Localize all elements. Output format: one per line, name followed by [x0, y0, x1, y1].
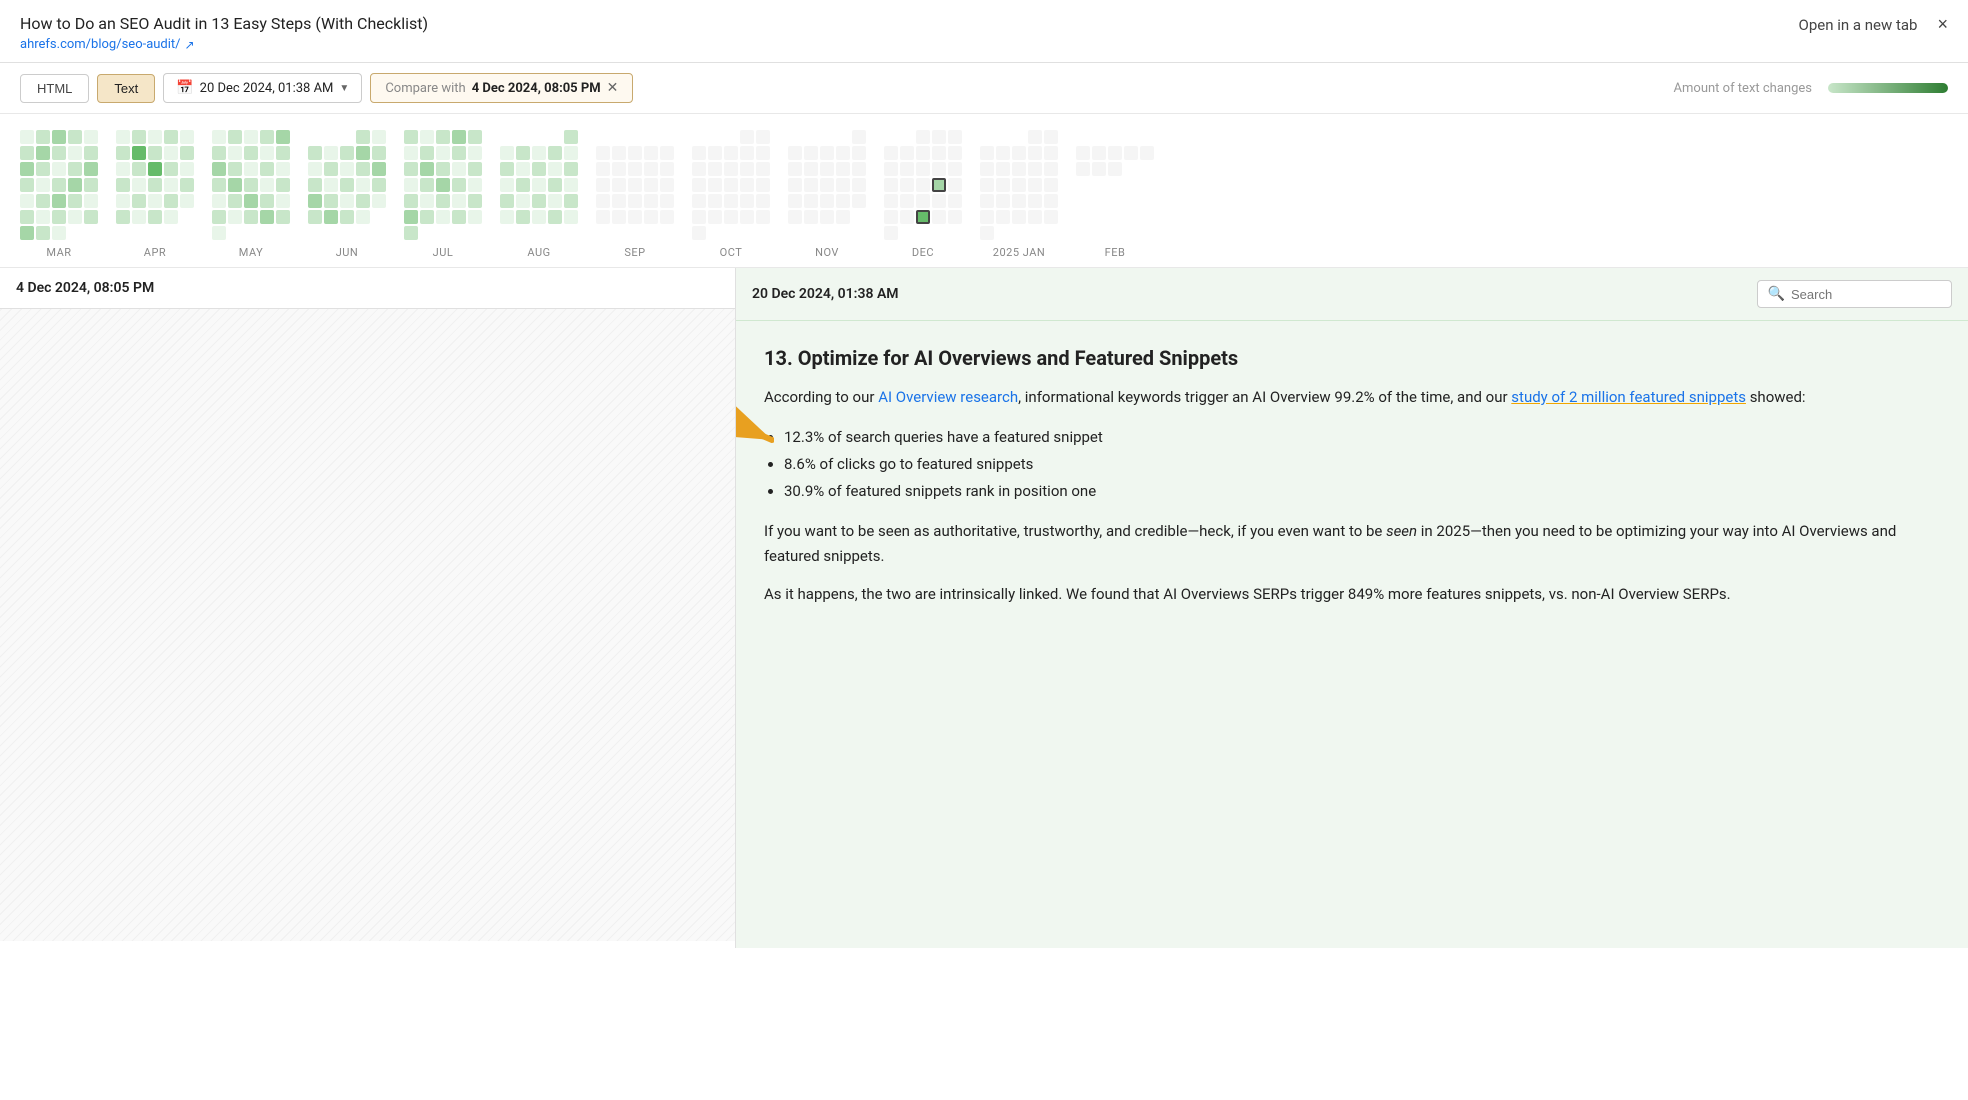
heatmap-grid: MAR APR [20, 130, 1948, 259]
date-picker[interactable]: 📅 20 Dec 2024, 01:38 AM ▼ [163, 73, 362, 103]
search-box[interactable]: 🔍 [1757, 280, 1952, 308]
search-input[interactable] [1791, 287, 1941, 302]
list-item-2: 8.6% of clicks go to featured snippets [784, 451, 1940, 478]
left-panel-date: 4 Dec 2024, 08:05 PM [16, 280, 154, 296]
compare-prefix: Compare with [385, 81, 465, 96]
month-label-mar: MAR [46, 246, 71, 259]
left-panel-header: 4 Dec 2024, 08:05 PM [0, 268, 735, 309]
page-url[interactable]: ahrefs.com/blog/seo-audit/ ↗ [20, 37, 1948, 52]
link-featured-snippets[interactable]: study of 2 million featured snippets [1511, 388, 1746, 406]
month-jun: JUN [308, 130, 386, 259]
month-label-feb: FEB [1105, 246, 1126, 259]
compare-date: 4 Dec 2024, 08:05 PM [472, 81, 601, 96]
arrow-icon [736, 400, 774, 460]
right-panel-content: 13. Optimize for AI Overviews and Featur… [736, 321, 1968, 645]
paragraph-1: According to our AI Overview research, i… [764, 385, 1940, 410]
html-button[interactable]: HTML [20, 74, 89, 103]
month-label-jan2025: 2025 JAN [993, 246, 1045, 259]
left-panel-content [0, 309, 735, 941]
month-label-nov: NOV [815, 246, 839, 259]
list-item-3: 30.9% of featured snippets rank in posit… [784, 478, 1940, 505]
section-heading: 13. Optimize for AI Overviews and Featur… [764, 345, 1940, 371]
month-mar: MAR [20, 130, 98, 259]
paragraph-3: As it happens, the two are intrinsically… [764, 582, 1940, 607]
month-feb: FEB [1076, 130, 1154, 259]
close-button[interactable]: × [1937, 14, 1948, 35]
left-panel: 4 Dec 2024, 08:05 PM [0, 268, 736, 948]
list-item-1: 12.3% of search queries have a featured … [784, 424, 1940, 451]
link-ai-overview[interactable]: AI Overview research [878, 388, 1018, 406]
search-icon: 🔍 [1768, 286, 1785, 302]
para1-mid: , informational keywords trigger an AI O… [1018, 388, 1511, 406]
month-label-jun: JUN [336, 246, 359, 259]
month-may: MAY [212, 130, 290, 259]
page-header: How to Do an SEO Audit in 13 Easy Steps … [0, 0, 1968, 63]
month-label-jul: JUL [433, 246, 454, 259]
month-dec: DEC [884, 130, 962, 259]
arrow-section: 13. Optimize for AI Overviews and Featur… [764, 345, 1940, 607]
calendar-icon: 📅 [176, 80, 193, 96]
month-label-sep: SEP [624, 246, 645, 259]
external-link-icon: ↗ [185, 38, 195, 52]
month-label-oct: OCT [720, 246, 743, 259]
amount-label: Amount of text changes [1674, 81, 1812, 96]
month-nov: NOV [788, 130, 866, 259]
paragraph-2: If you want to be seen as authoritative,… [764, 519, 1940, 569]
page-title: How to Do an SEO Audit in 13 Easy Steps … [20, 14, 1948, 33]
right-panel-date: 20 Dec 2024, 01:38 AM [752, 286, 899, 302]
bullet-list: 12.3% of search queries have a featured … [784, 424, 1940, 505]
toolbar: HTML Text 📅 20 Dec 2024, 01:38 AM ▼ Comp… [0, 63, 1968, 114]
url-link[interactable]: ahrefs.com/blog/seo-audit/ [20, 37, 181, 52]
month-aug: AUG [500, 130, 578, 259]
month-sep: SEP [596, 130, 674, 259]
right-panel: 20 Dec 2024, 01:38 AM 🔍 13. Optimize for [736, 268, 1968, 948]
month-apr: APR [116, 130, 194, 259]
compare-close-icon[interactable]: ✕ [607, 80, 619, 96]
para1-post: showed: [1746, 388, 1806, 406]
chevron-down-icon: ▼ [339, 83, 349, 94]
selected-date: 20 Dec 2024, 01:38 AM [200, 81, 334, 96]
amount-gradient-bar [1828, 83, 1948, 93]
month-label-apr: APR [144, 246, 166, 259]
compare-button[interactable]: Compare with 4 Dec 2024, 08:05 PM ✕ [370, 73, 633, 103]
month-label-may: MAY [239, 246, 263, 259]
header-actions: Open in a new tab × [1799, 14, 1948, 35]
month-jul: JUL [404, 130, 482, 259]
open-new-tab-button[interactable]: Open in a new tab [1799, 16, 1918, 34]
heatmap-section: MAR APR [0, 114, 1968, 268]
right-panel-header: 20 Dec 2024, 01:38 AM 🔍 [736, 268, 1968, 321]
split-container: 4 Dec 2024, 08:05 PM 20 Dec 2024, 01:38 … [0, 268, 1968, 948]
month-label-aug: AUG [527, 246, 550, 259]
text-button[interactable]: Text [97, 74, 155, 103]
month-label-dec: DEC [912, 246, 934, 259]
month-jan2025: 2025 JAN [980, 130, 1058, 259]
month-oct: OCT [692, 130, 770, 259]
para1-pre: According to our [764, 388, 878, 406]
